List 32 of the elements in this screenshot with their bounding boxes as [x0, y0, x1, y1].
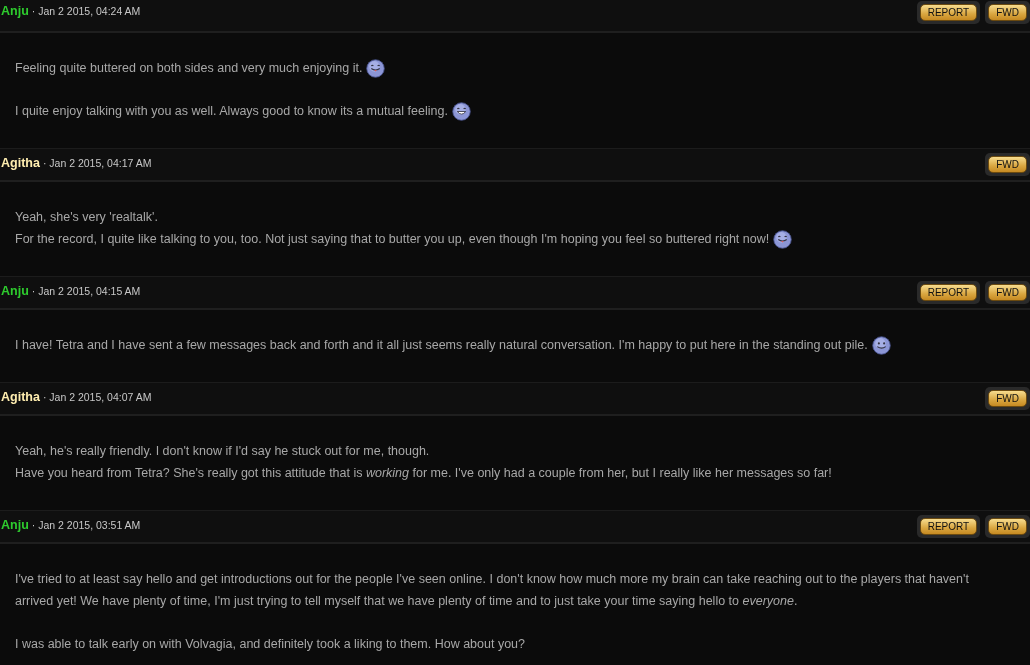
message-text: I've tried to at least say hello and get introductions out for the people I've seen online. I don't know how much more my brain can take reaching out to the players that haven't	[15, 572, 969, 586]
post-action-button[interactable]: FWD	[988, 156, 1027, 173]
post-date: · Jan 2 2015, 04:17 AM	[42, 156, 152, 169]
post-action-button[interactable]: FWD	[988, 4, 1027, 21]
smiley-icon	[871, 335, 891, 355]
tongue-smiley-icon	[773, 229, 793, 249]
message-text: For the record, I quite like talking to you, too. Not just saying that to butter you up, even though I'm hoping you feel so buttered right now!	[15, 232, 770, 246]
author-name[interactable]: Agitha	[1, 155, 40, 170]
message-text: Feeling quite buttered on both sides and very much enjoying it.	[15, 61, 363, 75]
post-action-button[interactable]: FWD	[988, 518, 1027, 535]
post-date: · Jan 2 2015, 03:51 AM	[31, 518, 141, 531]
post-action-button[interactable]: REPORT	[919, 518, 978, 535]
message-text: Have you heard from Tetra? She's really got this attitude that is working for me. I've only had a couple from her, but I really like her messages so far!	[15, 466, 832, 480]
author-name[interactable]: Anju	[1, 517, 29, 532]
message-text: Yeah, he's really friendly. I don't know if I'd say he stuck out for me, though.	[15, 444, 430, 458]
post-action-button[interactable]: REPORT	[919, 4, 978, 21]
author-name[interactable]: Anju	[1, 4, 29, 18]
post-date: · Jan 2 2015, 04:15 AM	[31, 284, 141, 297]
message-text: I quite enjoy talking with you as well. Always good to know its a mutual feeling.	[15, 104, 448, 118]
post-action-button[interactable]: REPORT	[919, 284, 978, 301]
message-text: arrived yet! We have plenty of time, I'm just trying to tell myself that we have plenty of time and to just take your time saying hello to everyone.	[15, 594, 798, 608]
grin-smiley-icon	[451, 101, 471, 121]
author-name[interactable]: Anju	[1, 283, 29, 298]
post-action-button[interactable]: FWD	[988, 390, 1027, 407]
message-text: I was able to talk early on with Volvagia, and definitely took a liking to them. How about you?	[15, 637, 526, 651]
tongue-smiley-icon	[366, 58, 386, 78]
post-date: · Jan 2 2015, 04:24 AM	[31, 5, 141, 17]
post-date: · Jan 2 2015, 04:07 AM	[42, 390, 152, 403]
post-action-button[interactable]: FWD	[988, 284, 1027, 301]
message-text: I have! Tetra and I have sent a few messages back and forth and it all just seems really natural conversation. I'm happy to put here in the standing out pile.	[15, 338, 868, 352]
message-text: Yeah, she's very 'realtalk'.	[15, 210, 158, 224]
author-name[interactable]: Agitha	[1, 389, 40, 404]
